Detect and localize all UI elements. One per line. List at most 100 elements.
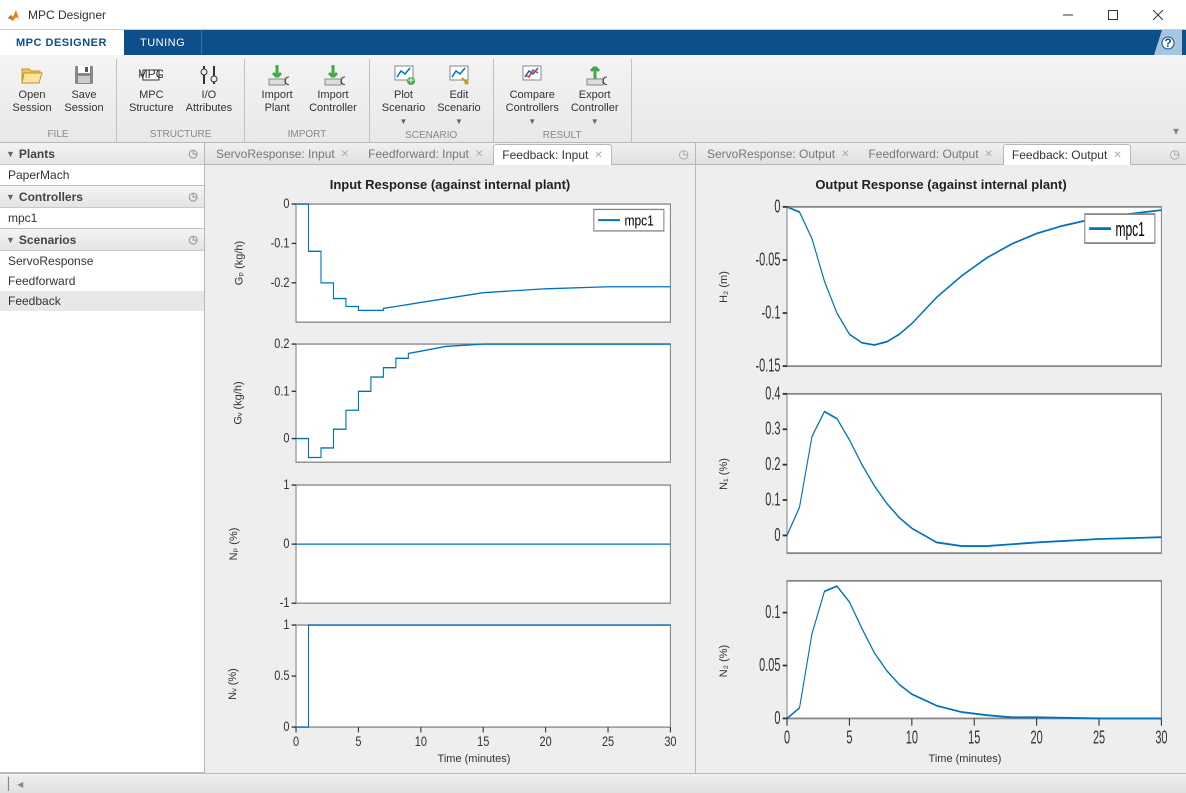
folder-open-icon [20,63,44,87]
plot-icon: + [392,63,416,87]
disclosure-triangle-icon: ▼ [6,149,15,159]
input-chart-area: Input Response (against internal plant) … [205,165,695,773]
svg-text:0.1: 0.1 [274,384,289,399]
list-item[interactable]: PaperMach [0,165,204,185]
close-icon[interactable]: ✕ [841,149,849,160]
ribbon-group-structure: MPCMPC Structure I/O Attributes STRUCTUR… [117,59,245,142]
scenarios-panel: ▼Scenarios◷ ServoResponse Feedforward Fe… [0,229,204,773]
sidebar: ▼ Plants ◷ PaperMach ▼Controllers◷ mpc1 ▼S… [0,143,205,773]
svg-text:0: 0 [283,536,289,551]
chart-title: Output Response (against internal plant) [704,177,1178,192]
compare-controllers-button[interactable]: Compare Controllers▼ [500,59,565,130]
list-item[interactable]: ServoResponse [0,251,204,271]
svg-text:0: 0 [293,734,299,749]
close-icon[interactable]: ✕ [985,149,993,160]
svg-text:-1: -1 [280,595,290,610]
chart-stack-left: Gₚ (kg/h)-0.2-0.10mpc1Gᵥ (kg/h)00.10.2Nₚ… [213,196,687,751]
doc-tab[interactable]: Feedback: Output✕ [1003,144,1131,165]
save-session-button[interactable]: Save Session [58,59,110,129]
svg-text:mpc1: mpc1 [624,212,653,228]
subplot[interactable]: Gᵥ (kg/h)00.10.2 [261,336,677,470]
doc-tab[interactable]: ServoResponse: Output✕ [698,143,858,164]
svg-text:15: 15 [477,734,489,749]
controllers-panel: ▼Controllers◷ mpc1 [0,186,204,229]
svg-text:30: 30 [1155,728,1167,749]
doc-tab[interactable]: Feedback: Input✕ [493,144,611,165]
svg-text:1: 1 [283,617,289,632]
maximize-button[interactable] [1090,0,1135,30]
output-chart-area: Output Response (against internal plant)… [696,165,1186,773]
chevron-down-icon: ▼ [591,117,599,126]
document-area: ServoResponse: Input✕ Feedforward: Input… [205,143,1186,773]
close-icon[interactable]: ✕ [475,149,483,160]
tab-mpc-designer[interactable]: MPC DESIGNER [0,30,124,55]
svg-text:0.05: 0.05 [759,655,780,676]
window-title: MPC Designer [28,8,1045,22]
chart-title: Input Response (against internal plant) [213,177,687,192]
close-icon[interactable]: ✕ [341,149,349,160]
svg-text:10: 10 [906,728,918,749]
svg-text:-0.1: -0.1 [762,303,781,324]
help-button[interactable]: ? [1154,30,1182,55]
mpc-structure-button[interactable]: MPCMPC Structure [123,59,180,129]
minimize-button[interactable] [1045,0,1090,30]
subplot[interactable]: Gₚ (kg/h)-0.2-0.10mpc1 [261,196,677,330]
gear-icon[interactable]: ◷ [188,147,198,160]
tab-overflow-button[interactable]: ◷ [673,143,695,164]
svg-text:0: 0 [283,719,289,734]
svg-text:-0.05: -0.05 [756,250,781,271]
doc-tab[interactable]: ServoResponse: Input✕ [207,143,358,164]
close-button[interactable] [1135,0,1180,30]
statusbar-collapse-icon[interactable]: ▏◂ [8,777,23,791]
export-controller-button[interactable]: CExport Controller▼ [565,59,625,130]
svg-text:0: 0 [774,708,780,729]
subplot[interactable]: Nₚ (%)-101 [261,477,677,611]
svg-text:0.1: 0.1 [765,490,780,511]
svg-text:25: 25 [602,734,614,749]
import-plant-button[interactable]: GImport Plant [251,59,303,129]
svg-text:0: 0 [784,728,790,749]
plants-panel-header[interactable]: ▼ Plants ◷ [0,143,204,165]
subplot[interactable]: N₂ (%)00.050.1051015202530 [752,570,1168,751]
main-area: ▼ Plants ◷ PaperMach ▼Controllers◷ mpc1 ▼S… [0,143,1186,773]
svg-text:25: 25 [1093,728,1105,749]
subplot[interactable]: H₂ (m)-0.15-0.1-0.050mpc1 [752,196,1168,377]
list-item[interactable]: Feedback [0,291,204,311]
floppy-disk-icon [72,63,96,87]
plants-panel: ▼ Plants ◷ PaperMach [0,143,204,186]
close-icon[interactable]: ✕ [594,150,602,161]
svg-text:MPC: MPC [139,67,163,81]
open-session-button[interactable]: Open Session [6,59,58,129]
scenarios-panel-header[interactable]: ▼Scenarios◷ [0,229,204,251]
svg-text:G: G [284,74,289,87]
doc-tabs-left: ServoResponse: Input✕ Feedforward: Input… [205,143,695,165]
svg-text:-0.1: -0.1 [271,235,290,250]
statusbar: ▏◂ [0,773,1186,793]
svg-text:0.4: 0.4 [765,384,780,405]
export-arrow-icon: C [583,63,607,87]
svg-text:10: 10 [415,734,427,749]
doc-tab[interactable]: Feedforward: Output✕ [859,143,1001,164]
io-attributes-button[interactable]: I/O Attributes [180,59,238,129]
doc-tab[interactable]: Feedforward: Input✕ [359,143,492,164]
ribbon-collapse-button[interactable]: ▾ [1166,59,1186,142]
tab-overflow-button[interactable]: ◷ [1164,143,1186,164]
list-item[interactable]: Feedforward [0,271,204,291]
list-item[interactable]: mpc1 [0,208,204,228]
gear-icon[interactable]: ◷ [188,233,198,246]
close-icon[interactable]: ✕ [1113,150,1121,161]
import-controller-button[interactable]: CImport Controller [303,59,363,129]
tab-tuning[interactable]: TUNING [124,30,202,55]
scenarios-list: ServoResponse Feedforward Feedback [0,251,204,772]
subplot[interactable]: Nᵥ (%)00.51051015202530 [261,617,677,751]
y-axis-label: Gᵥ (kg/h) [233,382,245,425]
subplot[interactable]: N₁ (%)00.10.20.30.4 [752,383,1168,564]
svg-text:-0.2: -0.2 [271,275,290,290]
doc-tabs-right: ServoResponse: Output✕ Feedforward: Outp… [696,143,1186,165]
svg-text:15: 15 [968,728,980,749]
controllers-panel-header[interactable]: ▼Controllers◷ [0,186,204,208]
plot-scenario-button[interactable]: +Plot Scenario▼ [376,59,431,130]
edit-scenario-button[interactable]: Edit Scenario▼ [431,59,486,130]
gear-icon[interactable]: ◷ [188,190,198,203]
panel-title: Plants [19,147,55,161]
